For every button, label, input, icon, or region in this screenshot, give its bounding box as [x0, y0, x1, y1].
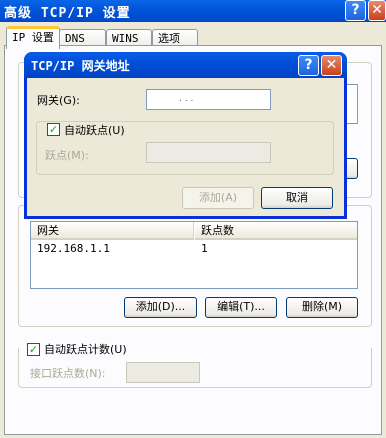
- dialog-close-button[interactable]: ✕: [321, 55, 342, 76]
- tab-label: DNS: [65, 32, 85, 45]
- window-titlebar[interactable]: 高级 TCP/IP 设置 ? ✕: [0, 0, 386, 22]
- tab-label: 选项: [158, 32, 180, 45]
- dialog-add-button[interactable]: 添加(A): [182, 187, 254, 209]
- close-icon: ✕: [371, 2, 383, 18]
- column-header-metric[interactable]: 跃点数: [195, 222, 357, 240]
- tab-ip-settings[interactable]: IP 设置: [6, 26, 60, 49]
- auto-metric-checkbox[interactable]: ✓: [27, 343, 40, 356]
- column-header-gateway[interactable]: 网关: [31, 222, 194, 240]
- dialog-titlebar[interactable]: TCP/IP 网关地址 ? ✕: [24, 52, 347, 78]
- dialog-cancel-button[interactable]: 取消: [261, 187, 333, 209]
- gateway-label: 网关(G):: [37, 94, 80, 107]
- help-icon: ?: [304, 57, 313, 73]
- interface-metric-label: 接口跃点数(N):: [30, 367, 106, 380]
- interface-metric-input[interactable]: [126, 362, 200, 383]
- tab-label: WINS: [112, 32, 139, 45]
- add-gateway-button[interactable]: 添加(D)...: [124, 297, 197, 318]
- delete-gateway-button[interactable]: 删除(M): [286, 297, 358, 318]
- help-icon: ?: [351, 2, 360, 18]
- help-button[interactable]: ?: [345, 0, 366, 21]
- tab-label: IP 设置: [12, 31, 54, 44]
- gateway-ip-input[interactable]: . . .: [146, 89, 271, 110]
- table-row-gateway[interactable]: 192.168.1.1: [37, 242, 110, 255]
- window-title: 高级 TCP/IP 设置: [4, 6, 131, 21]
- dialog-auto-metric-checkbox[interactable]: ✓: [47, 123, 60, 136]
- dialog-body: 网关(G): . . . ✓ 自动跃点(U) 跃点(M): 添加(A) 取消: [27, 78, 344, 216]
- auto-metric-label[interactable]: 自动跃点计数(U): [44, 341, 127, 357]
- close-icon: ✕: [325, 57, 338, 73]
- close-button[interactable]: ✕: [368, 0, 386, 21]
- dialog-metric-input[interactable]: [146, 142, 271, 163]
- dialog-metric-label: 跃点(M):: [45, 149, 89, 162]
- dialog-help-button[interactable]: ?: [298, 55, 319, 76]
- dialog-title: TCP/IP 网关地址: [31, 59, 130, 73]
- table-row-metric[interactable]: 1: [201, 242, 208, 255]
- dialog-auto-metric-label[interactable]: 自动跃点(U): [64, 122, 128, 138]
- gateway-dialog: TCP/IP 网关地址 ? ✕ 网关(G): . . . ✓ 自动跃点(U) 跃…: [24, 52, 347, 219]
- gateway-list[interactable]: 网关 跃点数 192.168.1.1 1: [30, 221, 358, 289]
- edit-gateway-button[interactable]: 编辑(T)...: [205, 297, 277, 318]
